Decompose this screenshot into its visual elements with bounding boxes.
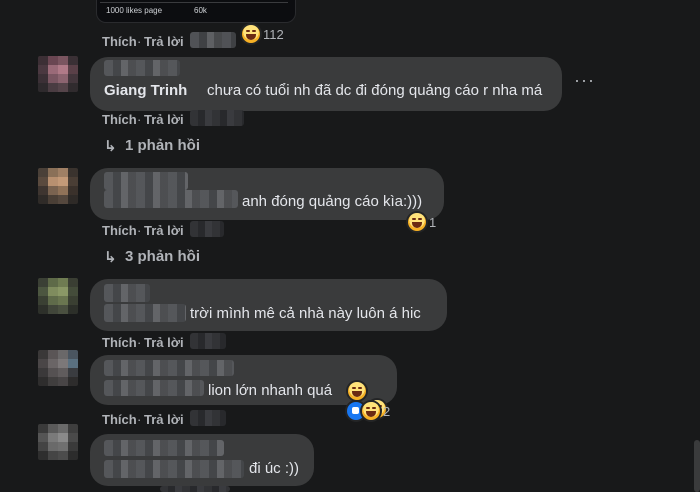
more-options-icon[interactable]: ··· <box>574 70 595 91</box>
separator: · <box>137 223 142 238</box>
avatar[interactable] <box>38 350 78 386</box>
haha-reaction-icon <box>242 25 260 43</box>
avatar[interactable] <box>38 278 78 314</box>
avatar[interactable] <box>38 56 78 92</box>
separator: · <box>137 112 142 127</box>
reply-action[interactable]: Trả lời <box>144 223 184 238</box>
separator: · <box>137 335 142 350</box>
like-action[interactable]: Thích <box>102 34 137 49</box>
blurred-author <box>104 440 224 456</box>
comment-text: đi úc :)) <box>249 460 300 477</box>
comment-text: trời mình mê cả nhà này luôn á hic <box>190 305 421 322</box>
thumbnail-right-text: 60k <box>194 6 207 15</box>
blurred-content <box>104 304 186 322</box>
thumbnail-left-text: 1000 likes page <box>106 6 163 15</box>
blurred-timestamp <box>190 333 226 349</box>
avatar[interactable] <box>38 168 78 204</box>
comment-author[interactable]: Giang Trinh <box>104 82 187 99</box>
reply-action[interactable]: Trả lời <box>144 112 184 127</box>
blurred-timestamp <box>160 486 230 492</box>
separator: · <box>137 34 142 49</box>
like-action[interactable]: Thích <box>102 223 137 238</box>
blurred-content <box>104 460 244 478</box>
thumbnail-table-rule <box>100 2 288 3</box>
reply-action[interactable]: Trả lời <box>144 34 184 49</box>
comment-text: chưa có tuổi nh đã dc đi đóng quảng cáo … <box>207 82 543 99</box>
separator: · <box>137 412 142 427</box>
avatar[interactable] <box>38 424 78 460</box>
blurred-author <box>104 360 234 376</box>
comment-text: anh đóng quảng cáo kìa:))) <box>242 193 423 210</box>
reply-action[interactable]: Trả lời <box>144 335 184 350</box>
like-action[interactable]: Thích <box>102 412 137 427</box>
comment-text: lion lớn nhanh quá <box>208 382 333 399</box>
reaction-count: 1 <box>429 214 437 230</box>
like-action[interactable]: Thích <box>102 335 137 350</box>
reaction-count: 2 <box>383 403 391 419</box>
reaction-count: 112 <box>263 26 284 42</box>
reply-arrow-icon: ↳ <box>104 249 117 266</box>
blurred-timestamp <box>190 410 226 426</box>
reply-action[interactable]: Trả lời <box>144 412 184 427</box>
blurred-content <box>104 380 204 396</box>
view-replies-link[interactable]: 3 phản hồi <box>125 248 200 265</box>
reaction-summary[interactable]: 112 <box>242 25 284 43</box>
laughing-emoji-icon <box>348 382 366 400</box>
blurred-timestamp <box>190 110 244 126</box>
blurred-content <box>104 190 238 208</box>
blurred-author <box>104 284 150 302</box>
scrollbar[interactable] <box>694 440 700 492</box>
view-replies-link[interactable]: 1 phản hồi <box>125 137 200 154</box>
reply-arrow-icon: ↳ <box>104 138 117 155</box>
haha-reaction-icon <box>362 402 380 420</box>
reaction-summary[interactable]: 1 <box>408 213 436 231</box>
blurred-content <box>104 60 180 76</box>
blurred-author <box>104 172 188 190</box>
like-action[interactable]: Thích <box>102 112 137 127</box>
blurred-timestamp <box>190 221 224 237</box>
haha-reaction-icon <box>408 213 426 231</box>
blurred-timestamp <box>190 32 236 48</box>
reaction-summary[interactable]: 2 <box>347 402 390 420</box>
